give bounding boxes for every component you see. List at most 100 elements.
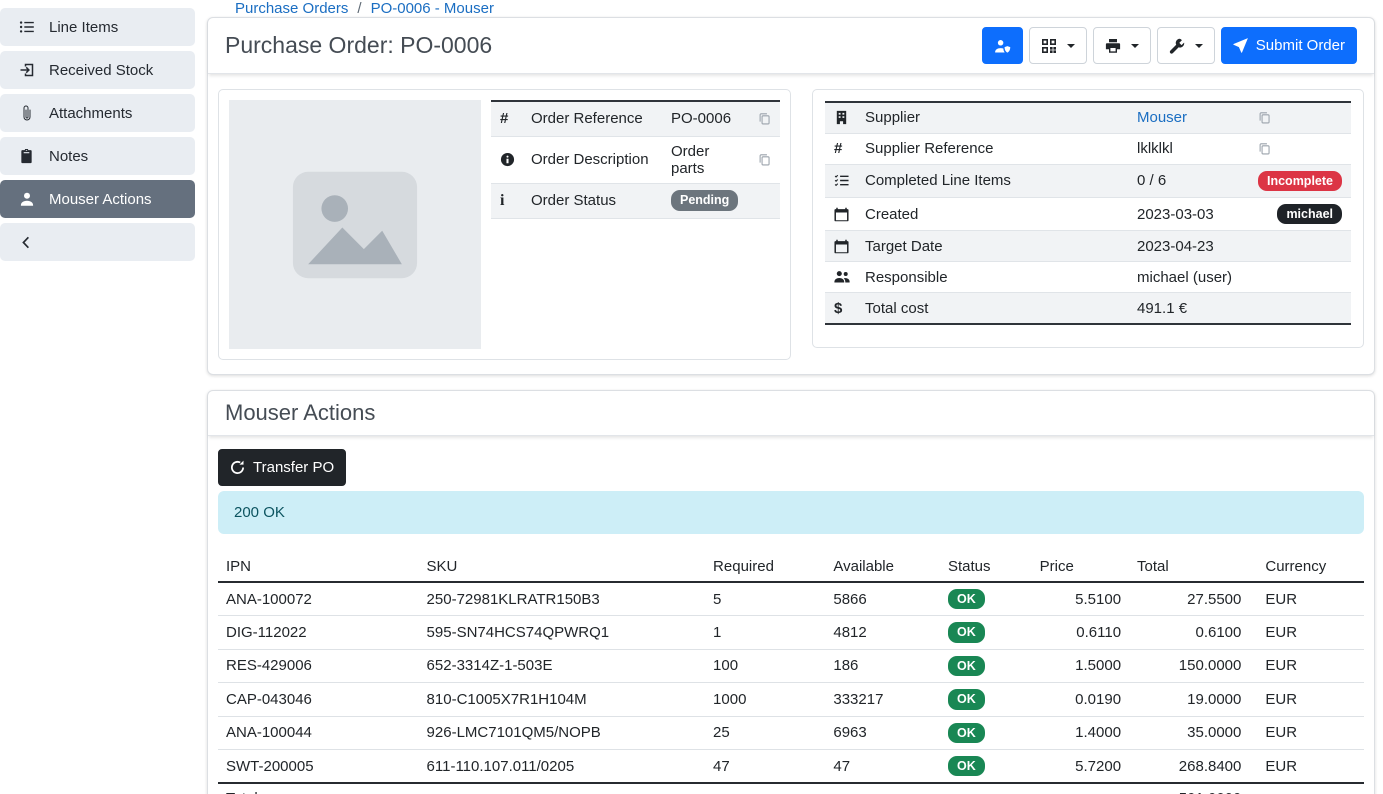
cell-required: 47: [705, 749, 825, 783]
detail-value-link[interactable]: Mouser: [1137, 109, 1187, 126]
wrench-icon: [1169, 38, 1185, 54]
image-placeholder-icon: [279, 149, 431, 301]
transfer-status-alert: 200 OK: [218, 491, 1364, 534]
cell-available: 6963: [825, 716, 940, 749]
list-check-icon: [834, 173, 853, 188]
supplier-details-table: SupplierMouser#Supplier Referencelklklkl…: [825, 101, 1351, 325]
sidebar-item-label: Line Items: [49, 19, 118, 36]
detail-value: PO-0006: [671, 110, 731, 127]
sidebar-item-mouser-actions[interactable]: Mouser Actions: [0, 180, 195, 218]
col-sku: SKU: [419, 551, 706, 582]
footer-total-label: Total: [218, 783, 419, 794]
cell-ipn: ANA-100044: [218, 716, 419, 749]
order-actions-menu[interactable]: [1157, 27, 1215, 64]
cell-currency: EUR: [1249, 649, 1364, 682]
cell-ipn: CAP-043046: [218, 683, 419, 716]
sidebar-item-label: Notes: [49, 148, 88, 165]
line-item-row-ana-100072: ANA-100072250-72981KLRATR150B355866OK5.5…: [218, 582, 1364, 616]
cell-total: 19.0000: [1129, 683, 1249, 716]
caret-down-icon: [1067, 44, 1075, 48]
copy-icon[interactable]: [758, 112, 771, 125]
detail-label: Order Reference: [525, 101, 665, 136]
cell-total: 268.8400: [1129, 749, 1249, 783]
detail-value: 2023-03-03: [1137, 206, 1214, 223]
printer-icon: [1105, 38, 1121, 54]
user-shield-icon: [994, 38, 1011, 54]
calendar-icon: [834, 207, 853, 222]
sidebar-item-received-stock[interactable]: Received Stock: [0, 51, 195, 89]
barcode-actions-menu[interactable]: [1029, 27, 1087, 64]
breadcrumb-purchase-orders[interactable]: Purchase Orders: [235, 0, 348, 17]
detail-row-order-reference: #Order ReferencePO-0006: [491, 101, 780, 136]
cell-price: 1.5000: [1032, 649, 1129, 682]
cell-required: 1: [705, 616, 825, 649]
col-status: Status: [940, 551, 1032, 582]
detail-value: 491.1 €: [1137, 300, 1187, 317]
sidebar-item-label: Received Stock: [49, 62, 153, 79]
detail-value: lklklkl: [1137, 140, 1173, 157]
mouser-actions-title: Mouser Actions: [225, 400, 375, 426]
status-ok-badge: OK: [948, 756, 985, 776]
order-details-table: #Order ReferencePO-0006Order Description…: [491, 100, 780, 219]
order-details-section: # Order Reference PO-0006 Order Description…: [208, 74, 1374, 374]
sidebar-item-label: Mouser Actions: [49, 191, 152, 208]
supplier-user-button[interactable]: [982, 27, 1023, 64]
sidebar-item-line-items[interactable]: Line Items: [0, 8, 195, 46]
copy-icon[interactable]: [1258, 142, 1342, 155]
main-content: Purchase Orders / PO-0006 - Mouser Purch…: [195, 0, 1383, 794]
copy-icon[interactable]: [1258, 111, 1342, 124]
detail-value: 0 / 6: [1137, 172, 1166, 189]
hash-icon: #: [834, 140, 842, 157]
line-item-row-ana-100044: ANA-100044926-LMC7101QM5/NOPB256963OK1.4…: [218, 716, 1364, 749]
clipboard-icon: [17, 149, 36, 164]
mouser-actions-body: Transfer PO 200 OK IPN SKU Required Avai…: [208, 436, 1374, 794]
info-circle-icon: [500, 152, 519, 167]
detail-label: Responsible: [859, 262, 1131, 293]
cell-price: 0.0190: [1032, 683, 1129, 716]
breadcrumb-current-order[interactable]: PO-0006 - Mouser: [371, 0, 494, 17]
detail-value: Order parts: [671, 143, 709, 177]
col-available: Available: [825, 551, 940, 582]
sidebar-collapse-button[interactable]: [0, 223, 195, 261]
cell-sku: 810-C1005X7R1H104M: [419, 683, 706, 716]
user-icon: [17, 191, 36, 207]
cell-status: OK: [940, 749, 1032, 783]
cell-sku: 926-LMC7101QM5/NOPB: [419, 716, 706, 749]
dollar-icon: $: [834, 300, 842, 317]
line-item-row-res-429006: RES-429006652-3314Z-1-503E100186OK1.5000…: [218, 649, 1364, 682]
sidebar-item-notes[interactable]: Notes: [0, 137, 195, 175]
qrcode-icon: [1041, 38, 1057, 54]
line-items-table: IPN SKU Required Available Status Price …: [218, 551, 1364, 794]
status-ok-badge: OK: [948, 622, 985, 642]
copy-icon[interactable]: [758, 153, 771, 166]
cell-available: 333217: [825, 683, 940, 716]
app-root: Line Items Received Stock Attachments Notes…: [0, 0, 1383, 794]
print-actions-menu[interactable]: [1093, 27, 1151, 64]
detail-row-completed-line-items: Completed Line Items0 / 6Incomplete: [825, 164, 1351, 197]
submit-order-button[interactable]: Submit Order: [1221, 27, 1357, 64]
users-icon: [834, 269, 853, 285]
detail-label: Order Description: [525, 136, 665, 183]
cell-price: 0.6110: [1032, 616, 1129, 649]
cell-price: 5.7200: [1032, 749, 1129, 783]
cell-sku: 611-110.107.011/0205: [419, 749, 706, 783]
cell-total: 0.6100: [1129, 616, 1249, 649]
cell-available: 186: [825, 649, 940, 682]
breadcrumb-separator: /: [357, 0, 361, 17]
sidebar-item-label: Attachments: [49, 105, 132, 122]
cell-ipn: ANA-100072: [218, 582, 419, 616]
cell-total: 150.0000: [1129, 649, 1249, 682]
sidebar-item-attachments[interactable]: Attachments: [0, 94, 195, 132]
cell-total: 27.5500: [1129, 582, 1249, 616]
cell-currency: EUR: [1249, 616, 1364, 649]
page-title: Purchase Order: PO-0006: [225, 32, 492, 59]
cell-required: 1000: [705, 683, 825, 716]
status-ok-badge: OK: [948, 589, 985, 609]
cell-ipn: RES-429006: [218, 649, 419, 682]
transfer-po-button[interactable]: Transfer PO: [218, 449, 346, 486]
detail-label: Created: [859, 197, 1131, 230]
cell-currency: EUR: [1249, 683, 1364, 716]
line-item-row-dig-112022: DIG-112022595-SN74HCS74QPWRQ114812OK0.61…: [218, 616, 1364, 649]
detail-label: Total cost: [859, 293, 1131, 324]
detail-label: Supplier Reference: [859, 133, 1131, 164]
